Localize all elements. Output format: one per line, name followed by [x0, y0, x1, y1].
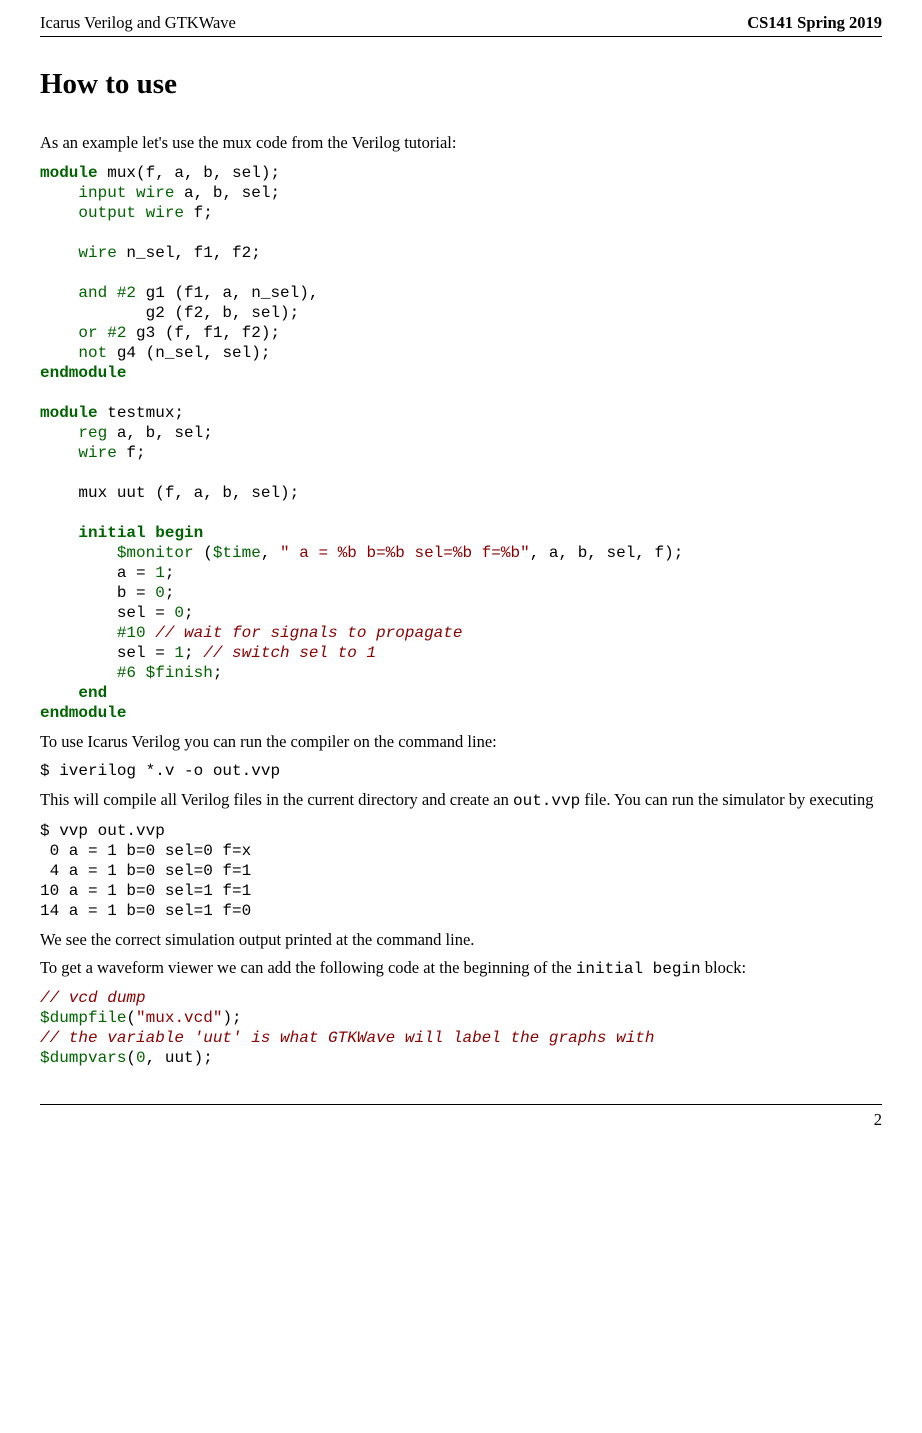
header-right: CS141 Spring 2019	[747, 12, 882, 34]
paragraph-waveform: To get a waveform viewer we can add the …	[40, 957, 882, 981]
intro-paragraph: As an example let's use the mux code fro…	[40, 132, 882, 154]
paragraph-compile: To use Icarus Verilog you can run the co…	[40, 731, 882, 753]
page-header: Icarus Verilog and GTKWave CS141 Spring …	[40, 12, 882, 37]
paragraph-outvvp: This will compile all Verilog files in t…	[40, 789, 882, 813]
code-block-vcd: // vcd dump $dumpfile("mux.vcd"); // the…	[40, 988, 882, 1068]
code-block-vvp-output: $ vvp out.vvp 0 a = 1 b=0 sel=0 f=x 4 a …	[40, 821, 882, 921]
page: Icarus Verilog and GTKWave CS141 Spring …	[0, 0, 922, 1162]
header-left: Icarus Verilog and GTKWave	[40, 12, 236, 34]
page-number: 2	[874, 1110, 882, 1129]
page-footer: 2	[40, 1104, 882, 1131]
code-block-iverilog: $ iverilog *.v -o out.vvp	[40, 761, 882, 781]
section-title: How to use	[40, 65, 882, 104]
paragraph-sim-output: We see the correct simulation output pri…	[40, 929, 882, 951]
code-block-mux: module mux(f, a, b, sel); input wire a, …	[40, 163, 882, 723]
